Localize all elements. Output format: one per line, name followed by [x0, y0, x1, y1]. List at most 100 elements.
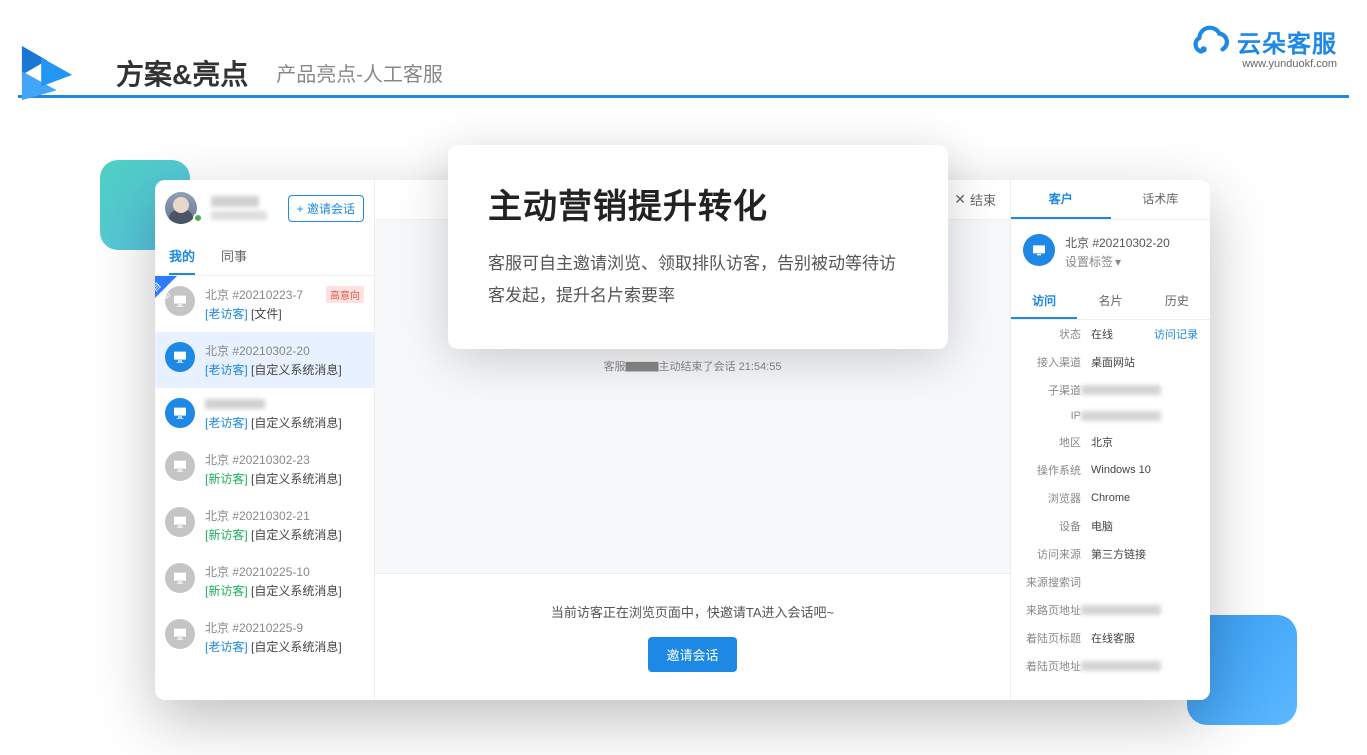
info-row: 浏览器Chrome: [1011, 484, 1210, 512]
tab-mine[interactable]: 我的: [169, 236, 195, 275]
right-panel: 客户 话术库 北京 #20210302-20 设置标签▾ 访问 名片 历史 状态…: [1010, 180, 1210, 700]
conversation-item[interactable]: [老访客] [自定义系统消息]: [155, 388, 374, 441]
rpanel-main-tabs: 客户 话术库: [1011, 180, 1210, 220]
info-row: 状态在线 访问记录: [1011, 320, 1210, 348]
subtab-card[interactable]: 名片: [1077, 284, 1143, 319]
monitor-icon: [165, 451, 195, 481]
conv-preview: [老访客] [自定义系统消息]: [205, 414, 364, 431]
info-value: 电脑: [1091, 518, 1113, 534]
agent-sub-redacted: [211, 211, 267, 220]
feature-highlight-card: 主动营销提升转化 客服可自主邀请浏览、领取排队访客，告别被动等待访客发起，提升名…: [448, 145, 948, 349]
customer-summary: 北京 #20210302-20 设置标签▾: [1011, 220, 1210, 284]
info-key: 设备: [1023, 518, 1081, 534]
sidebar-tabs: 我的 同事: [155, 236, 374, 276]
monitor-icon: [165, 398, 195, 428]
page-title: 方案&亮点: [116, 53, 248, 93]
conv-preview: [老访客] [文件]: [205, 305, 364, 322]
info-key: 子渠道: [1023, 382, 1081, 398]
conv-preview: [新访客] [自定义系统消息]: [205, 470, 364, 487]
footer-hint: 当前访客正在浏览页面中，快邀请TA进入会话吧~: [395, 602, 990, 621]
play-logo-icon: [18, 44, 76, 102]
sidebar: + 邀请会话 我的 同事 自动高意向北京 #20210223-7[老访客] [文…: [155, 180, 375, 700]
brand-text: 云朵客服: [1237, 24, 1337, 59]
info-value: 第三方链接: [1091, 546, 1146, 562]
subtab-visit[interactable]: 访问: [1011, 284, 1077, 319]
conv-preview: [老访客] [自定义系统消息]: [205, 361, 364, 378]
customer-name: 北京 #20210302-20: [1065, 234, 1170, 251]
info-key: 状态: [1023, 326, 1081, 342]
conversation-item[interactable]: 北京 #20210225-9 [老访客] [自定义系统消息]: [155, 609, 374, 665]
highlight-body: 客服可自主邀请浏览、领取排队访客，告别被动等待访客发起，提升名片索要率: [488, 248, 908, 313]
info-row: IP: [1011, 404, 1210, 428]
system-event-line: 客服▇▇▇主动结束了会话 21:54:55: [395, 358, 990, 374]
end-session-button[interactable]: ✕结束: [954, 190, 996, 209]
info-key: 地区: [1023, 434, 1081, 450]
conv-preview: [老访客] [自定义系统消息]: [205, 638, 364, 655]
info-value: 在线客服: [1091, 630, 1135, 646]
brand-url: www.yunduokf.com: [1242, 58, 1337, 70]
info-row: 来路页地址: [1011, 596, 1210, 624]
monitor-icon: [165, 619, 195, 649]
info-row: 设备电脑: [1011, 512, 1210, 540]
invite-session-button[interactable]: + 邀请会话: [288, 195, 364, 222]
info-row: 接入渠道桌面网站: [1011, 348, 1210, 376]
conversation-item[interactable]: 自动高意向北京 #20210223-7[老访客] [文件]: [155, 276, 374, 332]
brand-logo: 云朵客服 www.yunduokf.com: [1191, 20, 1337, 70]
monitor-icon: [165, 563, 195, 593]
highlight-title: 主动营销提升转化: [488, 179, 908, 228]
info-value: Windows 10: [1091, 464, 1151, 476]
info-key: IP: [1023, 410, 1081, 422]
conversation-list[interactable]: 自动高意向北京 #20210223-7[老访客] [文件]北京 #2021030…: [155, 276, 374, 700]
info-row: 访问来源第三方链接: [1011, 540, 1210, 568]
value-redacted: [1081, 385, 1161, 395]
status-online-icon: [193, 213, 203, 223]
info-key: 着陆页标题: [1023, 630, 1081, 646]
set-tag-button[interactable]: 设置标签▾: [1065, 253, 1170, 270]
info-row: 来源搜索词: [1011, 568, 1210, 596]
conversation-item[interactable]: 北京 #20210302-23 [新访客] [自定义系统消息]: [155, 441, 374, 497]
conv-title: 北京 #20210302-20: [205, 342, 364, 359]
subtab-history[interactable]: 历史: [1144, 284, 1210, 319]
page-subtitle: 产品亮点-人工客服: [276, 58, 443, 87]
tab-colleague[interactable]: 同事: [221, 236, 247, 275]
close-icon: ✕: [954, 191, 966, 208]
intent-badge: 高意向: [326, 286, 364, 303]
info-value: 桌面网站: [1091, 354, 1135, 370]
tab-script[interactable]: 话术库: [1111, 180, 1211, 219]
conv-preview: [新访客] [自定义系统消息]: [205, 582, 364, 599]
conv-title: 北京 #20210225-9: [205, 619, 364, 636]
info-row: 地区北京: [1011, 428, 1210, 456]
conv-title: 北京 #20210302-23: [205, 451, 364, 468]
sidebar-header: + 邀请会话: [155, 180, 374, 236]
info-key: 来路页地址: [1023, 602, 1081, 618]
conversation-item[interactable]: 北京 #20210302-21[新访客] [自定义系统消息]: [155, 497, 374, 553]
chevron-down-icon: ▾: [1115, 255, 1121, 269]
customer-avatar: [1023, 234, 1055, 266]
info-key: 接入渠道: [1023, 354, 1081, 370]
value-redacted: [1081, 661, 1161, 671]
conv-title: 北京 #20210302-21: [205, 507, 364, 524]
chat-footer: 当前访客正在浏览页面中，快邀请TA进入会话吧~ 邀请会话: [375, 573, 1010, 700]
agent-name-redacted: [211, 196, 259, 207]
visit-log-link[interactable]: 访问记录: [1154, 326, 1198, 342]
conversation-item[interactable]: 北京 #20210302-20 [老访客] [自定义系统消息]: [155, 332, 374, 388]
info-row: 子渠道: [1011, 376, 1210, 404]
info-key: 来源搜索词: [1023, 574, 1081, 590]
info-row: 着陆页地址: [1011, 652, 1210, 680]
invite-chat-button[interactable]: 邀请会话: [648, 637, 736, 672]
info-key: 着陆页地址: [1023, 658, 1081, 674]
monitor-icon: [165, 507, 195, 537]
info-key: 操作系统: [1023, 462, 1081, 478]
rpanel-sub-tabs: 访问 名片 历史: [1011, 284, 1210, 320]
tab-customer[interactable]: 客户: [1011, 180, 1111, 219]
info-key: 浏览器: [1023, 490, 1081, 506]
value-redacted: [1081, 411, 1161, 421]
conversation-item[interactable]: 北京 #20210225-10[新访客] [自定义系统消息]: [155, 553, 374, 609]
title-redacted: [205, 399, 265, 409]
page-header: 方案&亮点 产品亮点-人工客服: [18, 50, 1349, 98]
auto-badge: 自动: [155, 276, 177, 298]
info-row: 着陆页标题在线客服: [1011, 624, 1210, 652]
info-key: 访问来源: [1023, 546, 1081, 562]
info-value: 在线: [1091, 326, 1113, 342]
cloud-icon: [1191, 20, 1233, 62]
